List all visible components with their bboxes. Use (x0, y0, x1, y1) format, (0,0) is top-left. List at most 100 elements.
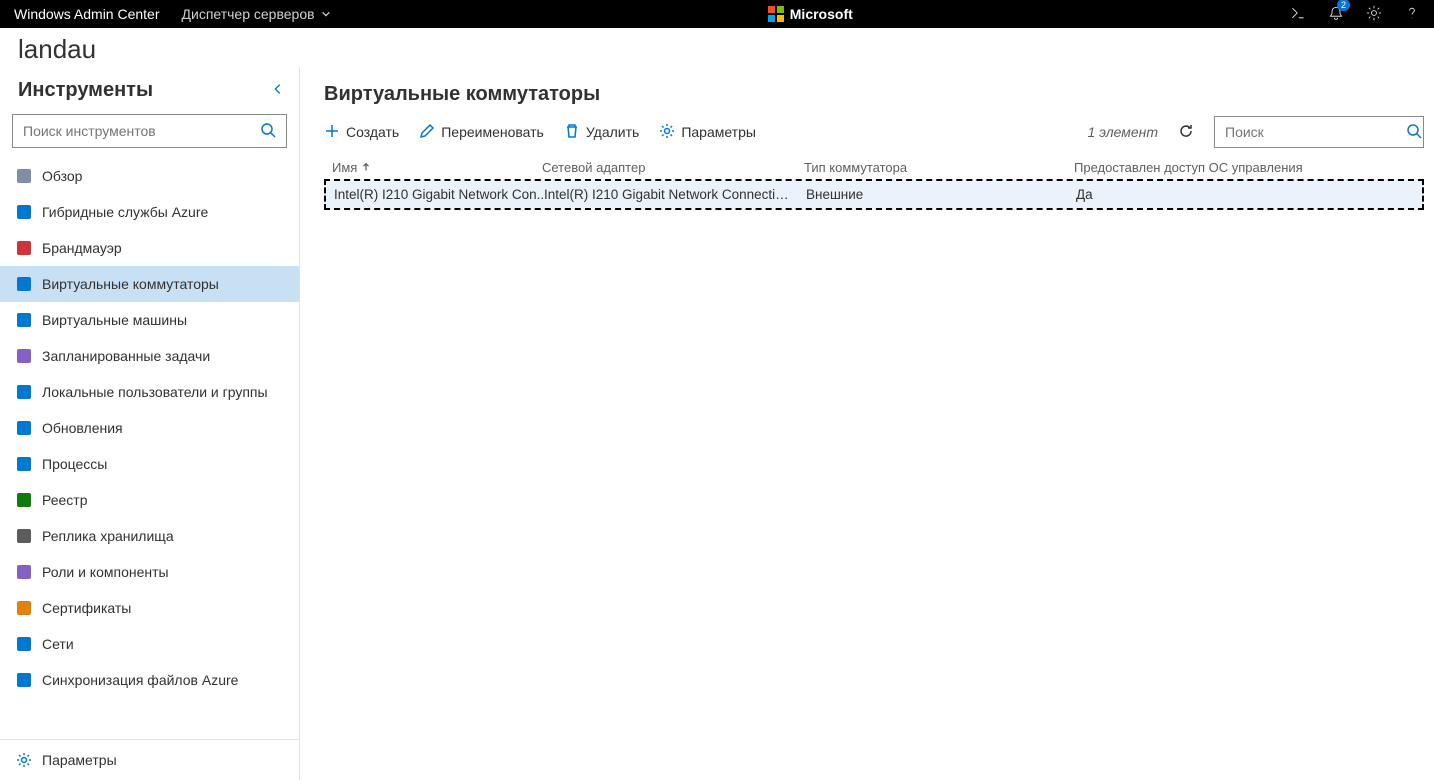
network-icon (16, 636, 32, 652)
storage-replica-icon (16, 528, 32, 544)
sidebar-item[interactable]: Локальные пользователи и группы (0, 374, 299, 410)
tool-search-input[interactable] (23, 123, 260, 139)
sidebar-item-label: Брандмауэр (42, 240, 122, 256)
sidebar-item-label: Запланированные задачи (42, 348, 210, 364)
create-button[interactable]: Создать (324, 123, 399, 142)
processes-icon (16, 456, 32, 472)
column-header-type[interactable]: Тип коммутатора (804, 160, 1074, 175)
sidebar-item[interactable]: Сертификаты (0, 590, 299, 626)
sidebar: Инструменты Обзор Гибридные службы Azure Б… (0, 67, 300, 780)
sort-asc-icon (361, 160, 371, 175)
sidebar-item[interactable]: Сети (0, 626, 299, 662)
microsoft-label: Microsoft (790, 6, 853, 22)
sidebar-item[interactable]: Гибридные службы Azure (0, 194, 299, 230)
button-label: Удалить (586, 124, 639, 140)
updates-icon (16, 420, 32, 436)
column-label: Имя (332, 160, 357, 175)
sidebar-item-label: Синхронизация файлов Azure (42, 672, 238, 688)
product-title: Windows Admin Center (14, 6, 160, 22)
users-icon (16, 384, 32, 400)
sidebar-footer: Параметры (0, 739, 299, 780)
settings-icon[interactable] (1366, 5, 1382, 24)
sidebar-item-label: Гибридные службы Azure (42, 204, 208, 220)
button-label: Переименовать (441, 124, 544, 140)
table-row[interactable]: Intel(R) I210 Gigabit Network Con...Inte… (324, 179, 1424, 210)
grid-header: Имя Сетевой адаптер Тип коммутатора Пред… (324, 156, 1424, 179)
help-icon[interactable] (1404, 5, 1420, 24)
sidebar-item-label: Реплика хранилища (42, 528, 174, 544)
sidebar-item-label: Роли и компоненты (42, 564, 169, 580)
sidebar-item-label: Виртуальные коммутаторы (42, 276, 219, 292)
sidebar-item-settings[interactable]: Параметры (0, 740, 299, 780)
sidebar-item[interactable]: Виртуальные машины (0, 302, 299, 338)
sidebar-item[interactable]: Обновления (0, 410, 299, 446)
sidebar-item[interactable]: Реплика хранилища (0, 518, 299, 554)
page-title: Виртуальные коммутаторы (324, 83, 1424, 106)
sidebar-item[interactable]: Синхронизация файлов Azure (0, 662, 299, 698)
grid-body: Intel(R) I210 Gigabit Network Con...Inte… (324, 179, 1424, 210)
vswitch-icon (16, 276, 32, 292)
main-panel: Виртуальные коммутаторы Создать Переимен… (300, 67, 1434, 780)
sidebar-collapse-button[interactable] (271, 82, 285, 99)
sidebar-item[interactable]: Виртуальные коммутаторы (0, 266, 299, 302)
rename-button[interactable]: Переименовать (419, 123, 544, 142)
plus-icon (324, 123, 340, 142)
sidebar-item[interactable]: Обзор (0, 158, 299, 194)
column-header-name[interactable]: Имя (332, 160, 542, 175)
filesync-icon (16, 672, 32, 688)
column-label: Тип коммутатора (804, 160, 907, 175)
sidebar-item[interactable]: Реестр (0, 482, 299, 518)
gear-icon (16, 752, 32, 768)
sidebar-item-label: Сети (42, 636, 74, 652)
column-header-os-access[interactable]: Предоставлен доступ ОС управления (1074, 160, 1416, 175)
trash-icon (564, 123, 580, 142)
tasks-icon (16, 348, 32, 364)
sidebar-item-label: Сертификаты (42, 600, 131, 616)
sidebar-item-label: Обновления (42, 420, 123, 436)
main-search[interactable] (1214, 116, 1424, 148)
vm-icon (16, 312, 32, 328)
top-header: Windows Admin Center Диспетчер серверов … (0, 0, 1434, 28)
sidebar-title: Инструменты (18, 79, 153, 102)
registry-icon (16, 492, 32, 508)
tool-list: Обзор Гибридные службы Azure Брандмауэр Вир… (0, 158, 299, 739)
main-search-input[interactable] (1225, 124, 1406, 140)
context-switcher[interactable]: Диспетчер серверов (182, 6, 331, 22)
tool-search[interactable] (12, 114, 287, 148)
notifications-icon[interactable]: 2 (1328, 5, 1344, 24)
azure-icon (16, 204, 32, 220)
cell-os-access: Да (1076, 187, 1414, 202)
server-icon (16, 168, 32, 184)
sidebar-item[interactable]: Роли и компоненты (0, 554, 299, 590)
sidebar-item[interactable]: Запланированные задачи (0, 338, 299, 374)
search-icon (260, 122, 276, 141)
column-label: Предоставлен доступ ОС управления (1074, 160, 1303, 175)
microsoft-logo: Microsoft (768, 6, 853, 22)
refresh-button[interactable] (1178, 123, 1194, 142)
pencil-icon (419, 123, 435, 142)
server-name: landau (0, 28, 1434, 67)
toolbar: Создать Переименовать Удалить Параметры … (324, 116, 1424, 148)
sidebar-item-label: Локальные пользователи и группы (42, 384, 268, 400)
microsoft-logo-icon (768, 6, 784, 22)
params-button[interactable]: Параметры (659, 123, 756, 142)
sidebar-item-label: Обзор (42, 168, 82, 184)
button-label: Параметры (681, 124, 756, 140)
cell-name: Intel(R) I210 Gigabit Network Con... (334, 187, 544, 202)
column-label: Сетевой адаптер (542, 160, 645, 175)
powershell-icon[interactable] (1290, 5, 1306, 24)
sidebar-item[interactable]: Процессы (0, 446, 299, 482)
gear-icon (659, 123, 675, 142)
chevron-down-icon (321, 6, 331, 22)
sidebar-item-label: Параметры (42, 752, 117, 768)
sidebar-item[interactable]: Брандмауэр (0, 230, 299, 266)
column-header-adapter[interactable]: Сетевой адаптер (542, 160, 804, 175)
delete-button[interactable]: Удалить (564, 123, 639, 142)
sidebar-item-label: Виртуальные машины (42, 312, 187, 328)
roles-icon (16, 564, 32, 580)
cell-type: Внешние (806, 187, 1076, 202)
context-label: Диспетчер серверов (182, 6, 315, 22)
button-label: Создать (346, 124, 399, 140)
cell-adapter: Intel(R) I210 Gigabit Network Connection… (544, 187, 806, 202)
search-icon (1406, 123, 1422, 142)
